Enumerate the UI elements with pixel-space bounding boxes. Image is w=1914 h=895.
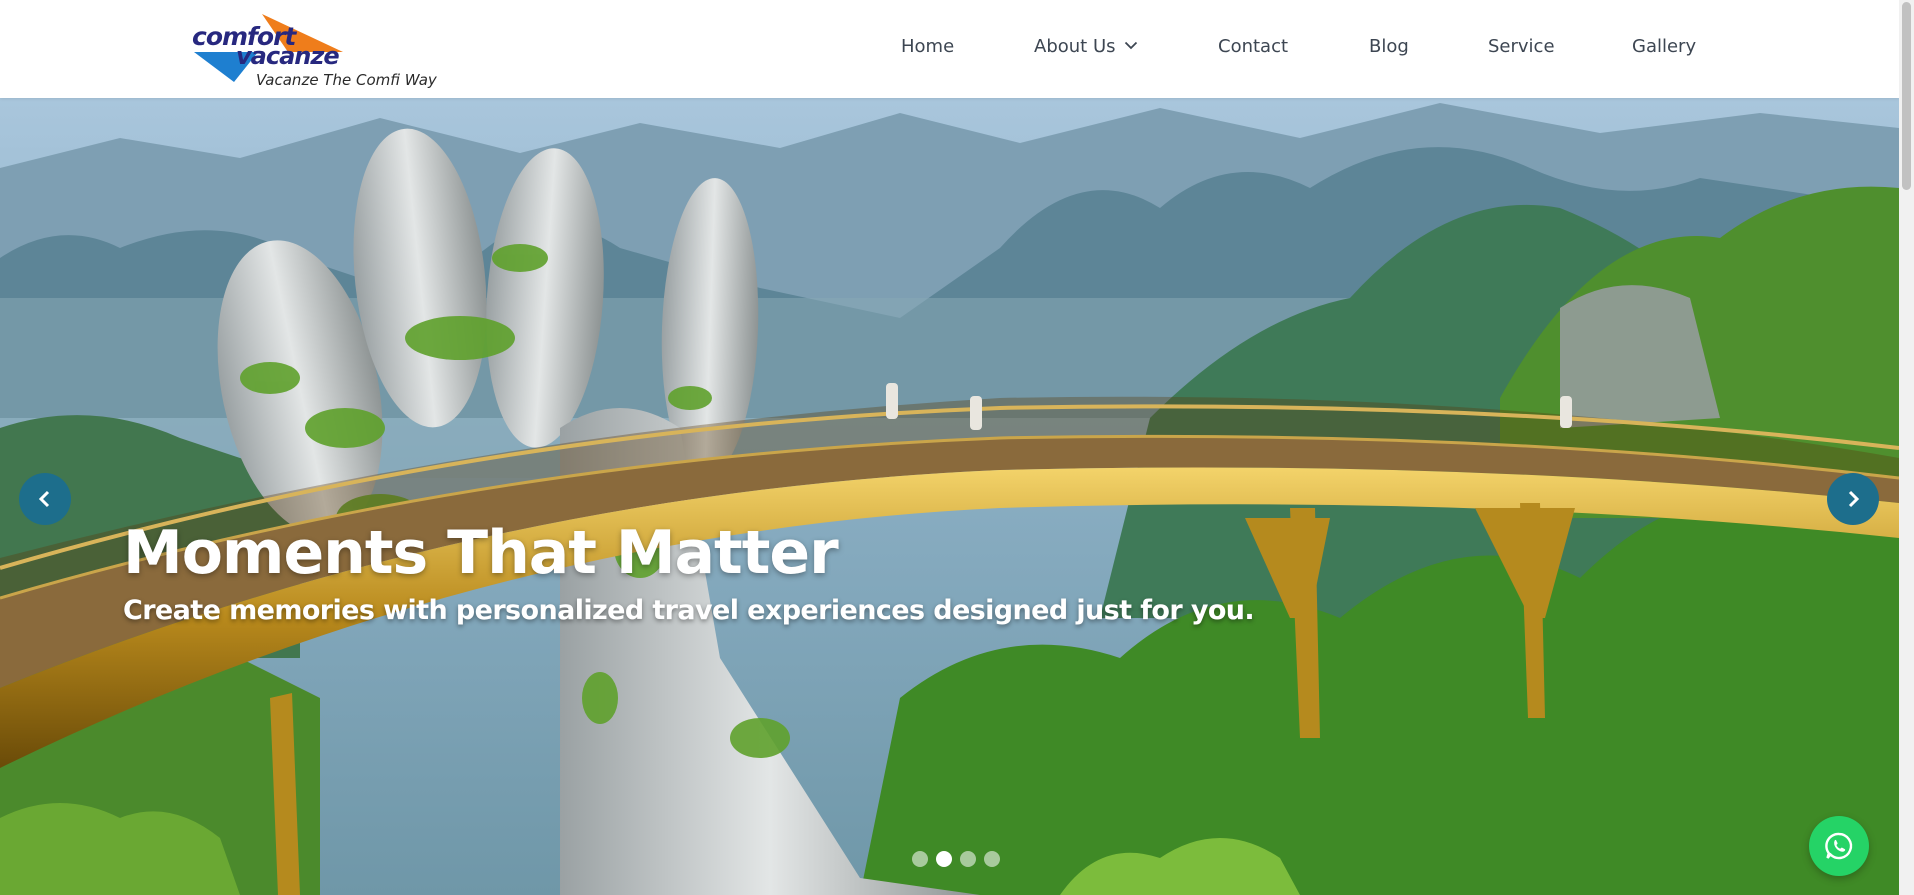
logo-text-vacanze: vacanze — [236, 42, 340, 70]
nav-about-us[interactable]: About Us — [1034, 34, 1138, 57]
slider-dot-3[interactable] — [960, 851, 976, 867]
whatsapp-button[interactable] — [1809, 816, 1869, 876]
chevron-down-icon — [1124, 34, 1138, 55]
slider-dot-2[interactable] — [936, 851, 952, 867]
logo-tagline: Vacanze The Comfi Way — [256, 71, 437, 89]
nav-blog[interactable]: Blog — [1369, 36, 1409, 57]
chevron-left-icon — [38, 490, 50, 508]
hero-image — [0, 98, 1899, 895]
brand-logo[interactable]: comfort vacanze Vacanze The Comfi Way — [188, 12, 453, 94]
slider-dot-1[interactable] — [912, 851, 928, 867]
slider-prev-button[interactable] — [19, 473, 71, 525]
scrollbar-thumb[interactable] — [1902, 2, 1911, 190]
chevron-right-icon — [1848, 490, 1860, 508]
nav-home[interactable]: Home — [901, 36, 954, 57]
nav-gallery[interactable]: Gallery — [1632, 36, 1696, 57]
slider-dot-4[interactable] — [984, 851, 1000, 867]
hero-slider: Moments That Matter Create memories with… — [0, 98, 1899, 895]
nav-about-us-label: About Us — [1034, 36, 1116, 57]
hero-subtitle: Create memories with personalized travel… — [123, 595, 1255, 626]
page-scrollbar[interactable] — [1899, 0, 1914, 895]
slider-next-button[interactable] — [1827, 473, 1879, 525]
whatsapp-icon — [1825, 832, 1853, 860]
site-header: comfort vacanze Vacanze The Comfi Way Ho… — [0, 0, 1899, 98]
hero-title: Moments That Matter — [123, 518, 839, 588]
nav-service[interactable]: Service — [1488, 36, 1555, 57]
nav-contact[interactable]: Contact — [1218, 36, 1288, 57]
